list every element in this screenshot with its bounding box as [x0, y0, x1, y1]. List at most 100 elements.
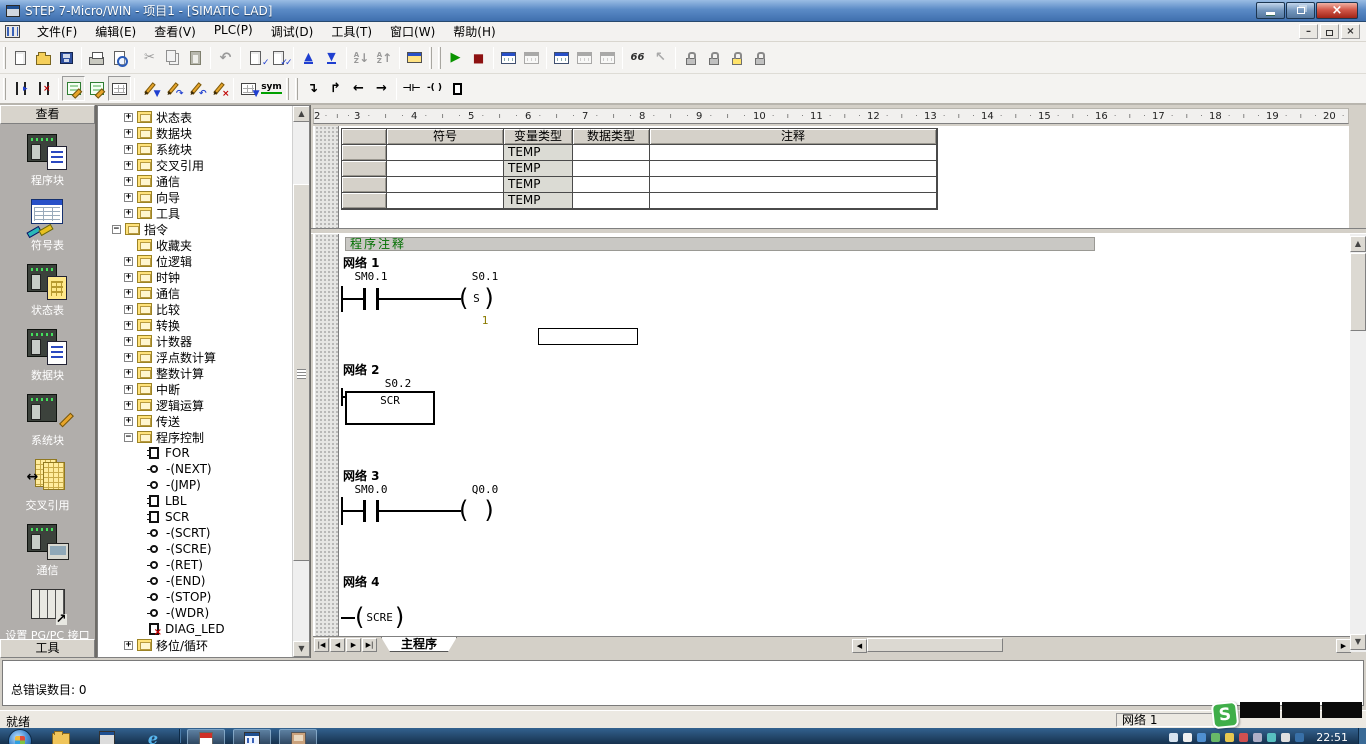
tray-icon-8[interactable]: [1267, 733, 1277, 742]
start-button[interactable]: [8, 729, 32, 744]
contact-symbol[interactable]: [363, 500, 366, 522]
cell-r2-c1[interactable]: [386, 160, 504, 177]
empty-placeholder-box[interactable]: [538, 328, 638, 345]
tree-item--(wdr)[interactable]: -(WDR): [98, 605, 291, 621]
chart-status-button[interactable]: [550, 45, 573, 70]
line-up-button[interactable]: ↱: [324, 76, 347, 101]
insert-row-button[interactable]: ↷: [161, 76, 184, 101]
tree-item-[interactable]: + 逻辑运算: [98, 397, 291, 413]
upload-button[interactable]: ▲: [297, 45, 320, 70]
tree-expand-toggle[interactable]: +: [124, 368, 133, 378]
tree-expand-toggle[interactable]: +: [124, 288, 133, 298]
open-button[interactable]: [32, 45, 55, 70]
nav-communications[interactable]: 通信: [0, 522, 95, 578]
tree-item-[interactable]: + 通信: [98, 173, 291, 189]
cell-r3-c3[interactable]: [572, 176, 650, 193]
tree-expand-toggle[interactable]: +: [124, 640, 133, 650]
tray-icon-2[interactable]: [1183, 733, 1193, 742]
tray-icon-9[interactable]: [1281, 733, 1291, 742]
insert-coil-button[interactable]: -( ): [423, 76, 446, 101]
lock-button-3[interactable]: [725, 45, 748, 70]
compile-button[interactable]: ✓: [244, 45, 269, 70]
row-selector[interactable]: [341, 144, 387, 161]
restore-button[interactable]: [1286, 2, 1315, 19]
sogou-ime-icon[interactable]: S: [1210, 700, 1240, 730]
tree-expand-toggle[interactable]: +: [124, 128, 133, 138]
tree-expand-toggle[interactable]: +: [124, 272, 133, 282]
delete-row-button[interactable]: ↶: [184, 76, 207, 101]
pou-editor-button[interactable]: [62, 76, 85, 101]
tools-bar-header[interactable]: 工具: [0, 639, 95, 658]
clear-bookmark-button[interactable]: ×: [32, 76, 55, 101]
symbolic-addressing-button[interactable]: sym: [260, 76, 283, 101]
next-tab-button[interactable]: ▶: [346, 638, 361, 652]
menu-item-8[interactable]: 帮助(H): [444, 21, 504, 42]
taskbar-app-button[interactable]: [88, 729, 126, 744]
ime-toolbar[interactable]: [1240, 702, 1364, 718]
cell-r2-c2[interactable]: TEMP: [503, 160, 573, 177]
menu-item-2[interactable]: 编辑(E): [86, 21, 145, 42]
splitter-grip[interactable]: [297, 369, 306, 379]
tree-item-[interactable]: + 时钟: [98, 269, 291, 285]
tree-item-[interactable]: + 工具: [98, 205, 291, 221]
taskbar-photo-button[interactable]: [279, 729, 317, 744]
tree-item-/[interactable]: + 移位/循环: [98, 637, 291, 653]
ladder-scroll-thumb[interactable]: [1350, 253, 1366, 331]
set-coil[interactable]: (S): [459, 284, 494, 312]
run-button[interactable]: ▶: [444, 45, 467, 70]
tree-item-for[interactable]: FOR: [98, 445, 291, 461]
ime-segment[interactable]: [1282, 702, 1320, 718]
delete-network-button[interactable]: ×: [207, 76, 230, 101]
cell-r3-c4[interactable]: [649, 176, 937, 193]
nav-program-block[interactable]: 程序块: [0, 132, 95, 188]
tree-item-[interactable]: + 整数计算: [98, 365, 291, 381]
first-tab-button[interactable]: |◀: [314, 638, 329, 652]
hscroll-right-button[interactable]: ▶: [1336, 639, 1351, 653]
pause-chart-button[interactable]: [596, 45, 619, 70]
nav-status-chart[interactable]: 状态表: [0, 262, 95, 318]
menu-item-5[interactable]: 调试(D): [262, 21, 323, 42]
tree-item-[interactable]: + 比较: [98, 301, 291, 317]
minimize-button[interactable]: [1256, 2, 1285, 19]
mdi-restore-button[interactable]: [1320, 24, 1339, 39]
taskbar-step7-button[interactable]: [233, 729, 271, 744]
tree-expand-toggle[interactable]: +: [124, 352, 133, 362]
menu-item-3[interactable]: 查看(V): [145, 21, 205, 42]
tray-icon-5[interactable]: [1225, 733, 1235, 742]
nav-symbol-table[interactable]: 符号表: [0, 197, 95, 253]
copy-button[interactable]: [161, 45, 184, 70]
tray-icon-10[interactable]: [1295, 733, 1305, 742]
tree-item-[interactable]: + 向导: [98, 189, 291, 205]
nav-data-block[interactable]: 数据块: [0, 327, 95, 383]
cut-button[interactable]: ✂: [138, 45, 161, 70]
hscroll-left-button[interactable]: ◀: [852, 639, 867, 653]
paste-button[interactable]: [184, 45, 207, 70]
lock-button-1[interactable]: [679, 45, 702, 70]
row-selector[interactable]: [341, 192, 387, 209]
cell-r2-c4[interactable]: [649, 160, 937, 177]
lock-button-2[interactable]: [702, 45, 725, 70]
tree-expand-toggle[interactable]: +: [124, 304, 133, 314]
tray-icon-6[interactable]: [1239, 733, 1249, 742]
cell-r3-c2[interactable]: TEMP: [503, 176, 573, 193]
insert-contact-button[interactable]: ⊣⊢: [400, 76, 423, 101]
cell-r3-c1[interactable]: [386, 176, 504, 193]
tray-icon-7[interactable]: [1253, 733, 1263, 742]
sort-ascending-button[interactable]: A Z ↓: [350, 45, 373, 70]
tree-scroll-thumb[interactable]: [293, 184, 309, 561]
contact-symbol[interactable]: [363, 288, 366, 310]
tree-expand-toggle[interactable]: +: [124, 416, 133, 426]
close-button[interactable]: ×: [1316, 2, 1358, 19]
tree-item-[interactable]: + 转换: [98, 317, 291, 333]
cell-r1-c4[interactable]: [649, 144, 937, 161]
tree-item--(scre)[interactable]: -(SCRE): [98, 541, 291, 557]
menu-item-1[interactable]: 文件(F): [28, 21, 86, 42]
tree-scroll-down-button[interactable]: ▼: [293, 641, 309, 657]
tree-expand-toggle[interactable]: −: [124, 432, 133, 442]
cell-r4-c3[interactable]: [572, 192, 650, 209]
tree-item-[interactable]: + 计数器: [98, 333, 291, 349]
tray-icon-3[interactable]: [1197, 733, 1207, 742]
tray-icon-1[interactable]: [1169, 733, 1179, 742]
view-bar-header[interactable]: 查看: [0, 105, 95, 124]
tree-expand-toggle[interactable]: +: [124, 208, 133, 218]
